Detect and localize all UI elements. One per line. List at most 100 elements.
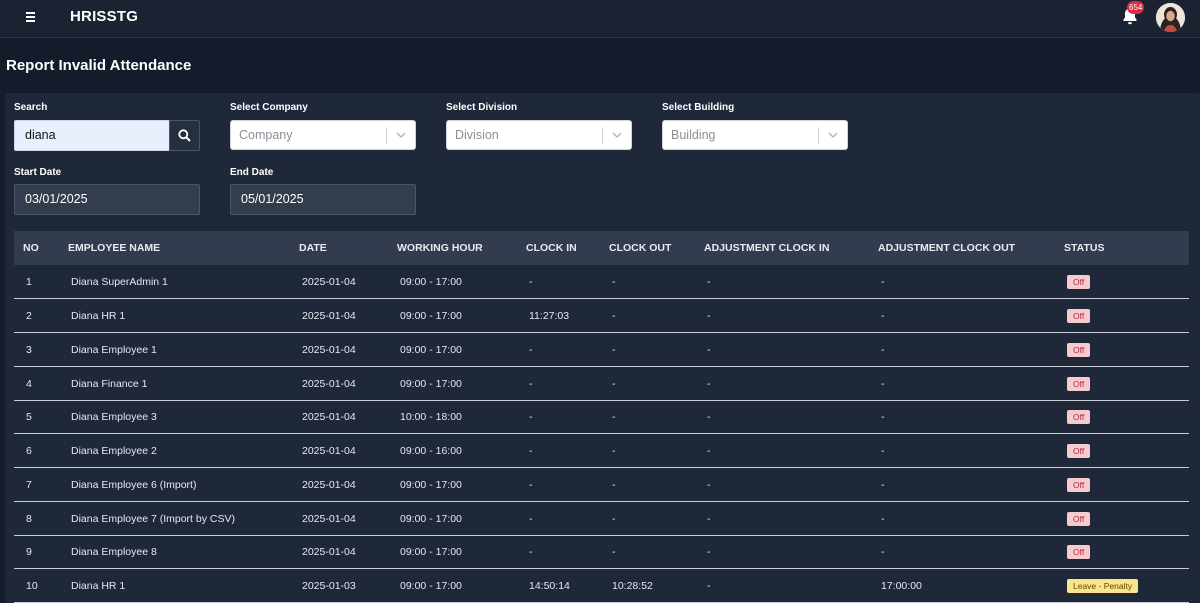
cell-clock-out: - xyxy=(612,276,616,288)
cell-working-hour: 09:00 - 17:00 xyxy=(400,580,462,592)
status-badge: Off xyxy=(1067,309,1091,323)
search-button[interactable] xyxy=(169,120,200,151)
cell-adjustment-clock-out: - xyxy=(881,479,885,491)
cell-clock-in: - xyxy=(529,411,533,423)
status-badge: Off xyxy=(1067,410,1091,424)
column-header-date[interactable]: DATE xyxy=(299,242,327,254)
status-badge: Off xyxy=(1067,512,1091,526)
column-header-clock-in[interactable]: CLOCK IN xyxy=(526,242,577,254)
cell-adjustment-clock-in: - xyxy=(707,546,711,558)
cell-no: 1 xyxy=(26,276,32,288)
search-icon xyxy=(178,129,191,142)
status-badge: Off xyxy=(1067,545,1091,559)
cell-working-hour: 10:00 - 18:00 xyxy=(400,411,462,423)
column-header-no[interactable]: NO xyxy=(23,242,39,254)
status-badge: Leave - Penalty xyxy=(1067,579,1139,593)
table-row: 9 Diana Employee 8 2025-01-04 09:00 - 17… xyxy=(14,535,1189,569)
cell-adjustment-clock-out: - xyxy=(881,276,885,288)
cell-clock-in: - xyxy=(529,479,533,491)
user-avatar-icon xyxy=(1156,3,1185,32)
cell-clock-in: 14:50:14 xyxy=(529,580,570,592)
building-label: Select Building xyxy=(662,102,735,113)
cell-clock-out: - xyxy=(612,310,616,322)
table-row: 4 Diana Finance 1 2025-01-04 09:00 - 17:… xyxy=(14,367,1189,401)
cell-working-hour: 09:00 - 17:00 xyxy=(400,546,462,558)
menu-icon[interactable] xyxy=(26,10,40,24)
cell-clock-out: - xyxy=(612,344,616,356)
building-select[interactable]: Building xyxy=(662,120,848,150)
status-badge: Off xyxy=(1067,478,1091,492)
table-row: 5 Diana Employee 3 2025-01-04 10:00 - 18… xyxy=(14,400,1189,434)
cell-adjustment-clock-in: - xyxy=(707,445,711,457)
status-badge: Off xyxy=(1067,343,1091,357)
cell-adjustment-clock-in: - xyxy=(707,310,711,322)
cell-adjustment-clock-in: - xyxy=(707,411,711,423)
cell-date: 2025-01-04 xyxy=(302,378,356,390)
cell-no: 5 xyxy=(26,411,32,423)
cell-adjustment-clock-out: - xyxy=(881,344,885,356)
column-header-working-hour[interactable]: WORKING HOUR xyxy=(397,242,483,254)
column-header-adjustment-clock-out[interactable]: ADJUSTMENT CLOCK OUT xyxy=(878,242,1015,254)
cell-date: 2025-01-04 xyxy=(302,479,356,491)
cell-adjustment-clock-out: - xyxy=(881,445,885,457)
column-header-adjustment-clock-in[interactable]: ADJUSTMENT CLOCK IN xyxy=(704,242,829,254)
cell-clock-out: - xyxy=(612,411,616,423)
search-input[interactable]: diana xyxy=(14,120,170,151)
cell-date: 2025-01-04 xyxy=(302,513,356,525)
cell-date: 2025-01-03 xyxy=(302,580,356,592)
cell-no: 10 xyxy=(26,580,38,592)
search-label: Search xyxy=(14,102,48,113)
cell-clock-in: 11:27:03 xyxy=(529,310,570,322)
column-header-status[interactable]: STATUS xyxy=(1064,242,1104,254)
page-title: Report Invalid Attendance xyxy=(6,57,192,74)
company-label: Select Company xyxy=(230,102,308,113)
cell-adjustment-clock-in: - xyxy=(707,580,711,592)
start-date-label: Start Date xyxy=(14,167,62,178)
cell-clock-in: - xyxy=(529,276,533,288)
cell-employee-name: Diana Employee 2 xyxy=(71,445,157,457)
cell-adjustment-clock-out: - xyxy=(881,513,885,525)
column-header-employee-name[interactable]: EMPLOYEE NAME xyxy=(68,242,160,254)
cell-date: 2025-01-04 xyxy=(302,276,356,288)
status-badge: Off xyxy=(1067,377,1091,391)
cell-clock-out: - xyxy=(612,513,616,525)
company-select[interactable]: Company xyxy=(230,120,416,150)
cell-employee-name: Diana Finance 1 xyxy=(71,378,148,390)
cell-working-hour: 09:00 - 17:00 xyxy=(400,479,462,491)
cell-clock-out: - xyxy=(612,445,616,457)
company-placeholder: Company xyxy=(239,128,293,142)
cell-no: 4 xyxy=(26,378,32,390)
cell-no: 2 xyxy=(26,310,32,322)
cell-clock-out: 10:28:52 xyxy=(612,580,653,592)
division-select[interactable]: Division xyxy=(446,120,632,150)
cell-adjustment-clock-out: - xyxy=(881,310,885,322)
cell-adjustment-clock-in: - xyxy=(707,276,711,288)
cell-clock-in: - xyxy=(529,445,533,457)
cell-clock-out: - xyxy=(612,378,616,390)
start-date-input[interactable]: 03/01/2025 xyxy=(14,184,200,215)
status-badge: Off xyxy=(1067,275,1091,289)
chevron-down-icon xyxy=(828,132,838,139)
cell-clock-in: - xyxy=(529,344,533,356)
cell-adjustment-clock-in: - xyxy=(707,378,711,390)
cell-adjustment-clock-in: - xyxy=(707,344,711,356)
app-title[interactable]: HRISSTG xyxy=(70,8,138,25)
division-label: Select Division xyxy=(446,102,518,113)
cell-adjustment-clock-in: - xyxy=(707,479,711,491)
cell-working-hour: 09:00 - 17:00 xyxy=(400,310,462,322)
cell-date: 2025-01-04 xyxy=(302,445,356,457)
cell-adjustment-clock-out: - xyxy=(881,378,885,390)
cell-employee-name: Diana HR 1 xyxy=(71,310,126,322)
table-row: 7 Diana Employee 6 (Import) 2025-01-04 0… xyxy=(14,468,1189,502)
table-row: 1 Diana SuperAdmin 1 2025-01-04 09:00 - … xyxy=(14,265,1189,299)
select-separator xyxy=(602,127,603,144)
table-row: 6 Diana Employee 2 2025-01-04 09:00 - 16… xyxy=(14,434,1189,468)
cell-working-hour: 09:00 - 17:00 xyxy=(400,344,462,356)
avatar[interactable] xyxy=(1156,3,1185,32)
cell-adjustment-clock-out: - xyxy=(881,546,885,558)
column-header-clock-out[interactable]: CLOCK OUT xyxy=(609,242,671,254)
cell-employee-name: Diana SuperAdmin 1 xyxy=(71,276,168,288)
end-date-input[interactable]: 05/01/2025 xyxy=(230,184,416,215)
table-row: 10 Diana HR 1 2025-01-03 09:00 - 17:00 1… xyxy=(14,569,1189,603)
cell-clock-out: - xyxy=(612,479,616,491)
